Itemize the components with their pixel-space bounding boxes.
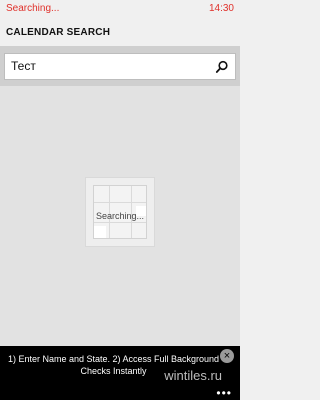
search-query: Тест [11,59,36,73]
close-icon[interactable]: × [220,349,234,363]
header: CALENDAR SEARCH [0,18,240,46]
page-title: CALENDAR SEARCH [6,27,111,38]
status-text: Searching... [6,3,60,14]
more-options-button[interactable]: ••• [216,387,232,399]
ad-banner[interactable]: 1) Enter Name and State. 2) Access Full … [0,346,240,386]
search-bar: Тест [0,46,240,86]
results-area: Searching... [0,86,240,346]
clock: 14:30 [208,3,234,14]
status-bar: Searching... 14:30 [0,0,240,18]
watermark: wintiles.ru [164,368,222,383]
app-bar: ••• [0,386,240,400]
loading-text: Searching... [95,211,145,221]
search-icon[interactable] [215,60,229,74]
search-input[interactable]: Тест [4,53,236,80]
